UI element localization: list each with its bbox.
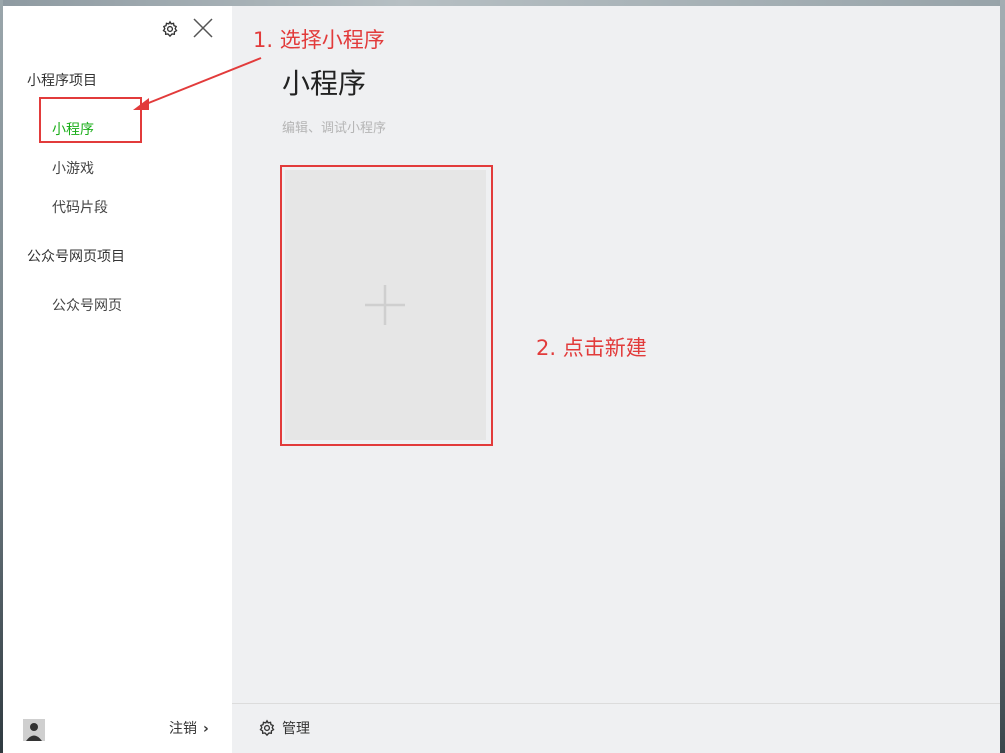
manage-button[interactable]: 管理 [258,718,310,738]
main-panel: 小程序 编辑、调试小程序 [232,6,1000,753]
user-silhouette-icon [23,719,45,741]
sidebar-item-miniprogram[interactable]: 小程序 [52,119,94,139]
sidebar-item-official-account-web[interactable]: 公众号网页 [52,295,122,315]
logout-button[interactable]: 注销 › [169,718,209,738]
sidebar: 小程序项目 小程序 小游戏 代码片段 公众号网页项目 公众号网页 注销 › [3,6,232,753]
gear-icon [259,719,275,737]
annotation-step-1: 1. 选择小程序 [253,28,385,52]
avatar[interactable] [23,719,45,741]
plus-icon [365,285,405,325]
group-official-account-projects: 公众号网页项目 [27,249,125,265]
sidebar-item-code-snippets[interactable]: 代码片段 [52,197,108,217]
page-title: 小程序 [282,67,367,100]
annotation-step-2: 2. 点击新建 [536,336,647,360]
page-subtitle: 编辑、调试小程序 [282,121,387,136]
group-miniprogram-projects: 小程序项目 [27,73,97,89]
desktop-background-right [1000,0,1005,753]
manage-label: 管理 [282,721,310,737]
new-project-card[interactable] [285,170,486,440]
settings-gear-icon[interactable] [161,20,179,38]
sidebar-item-minigame[interactable]: 小游戏 [52,158,94,178]
app-window: 小程序项目 小程序 小游戏 代码片段 公众号网页项目 公众号网页 注销 › 小程序… [3,6,1000,753]
bottom-bar: 管理 [232,703,1000,753]
close-icon[interactable] [192,17,214,39]
chevron-right-icon: › [203,721,209,737]
logout-label: 注销 [169,721,197,737]
